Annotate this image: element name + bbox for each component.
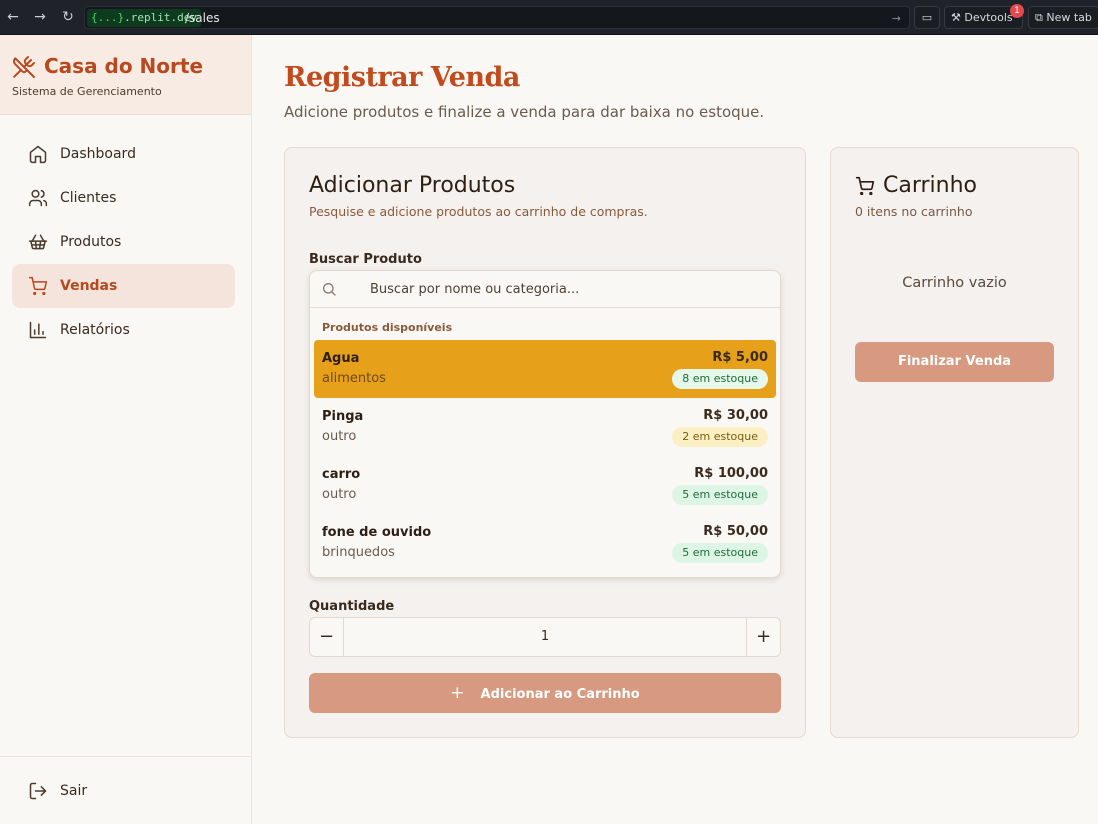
stock-badge: 5 em estoque xyxy=(672,543,768,563)
forward-icon[interactable]: → xyxy=(32,9,48,25)
stock-badge: 2 em estoque xyxy=(672,427,768,447)
address-bar[interactable]: {...}.replit.dev /sales → xyxy=(84,6,910,29)
product-name: carro xyxy=(322,467,361,482)
product-search-combobox: Produtos disponíveis Agua alimentos R$ 5… xyxy=(309,270,781,578)
notification-badge: 1 xyxy=(1010,4,1024,18)
logout-icon xyxy=(29,782,47,800)
add-to-cart-button[interactable]: + Adicionar ao Carrinho xyxy=(309,673,781,713)
sidebar-item-dashboard[interactable]: Dashboard xyxy=(12,132,235,176)
url-host: {...}.replit.dev xyxy=(87,9,201,27)
product-option[interactable]: Agua alimentos R$ 5,00 8 em estoque xyxy=(314,340,776,398)
screen-icon[interactable]: ▭ xyxy=(914,6,940,29)
sidebar-nav: Dashboard Clientes Produtos Vendas Relat… xyxy=(12,132,235,352)
sidebar-item-label: Clientes xyxy=(60,190,117,206)
sidebar-item-label: Relatórios xyxy=(60,322,130,338)
external-link-icon: ⧉ xyxy=(1035,11,1047,24)
product-price: R$ 30,00 xyxy=(703,408,768,423)
cart-card: Carrinho 0 itens no carrinho Carrinho va… xyxy=(830,147,1079,738)
plus-icon: + xyxy=(450,683,465,703)
card-title: Adicionar Produtos xyxy=(309,173,516,198)
bar-chart-icon xyxy=(29,321,47,339)
cart-title: Carrinho xyxy=(883,173,978,198)
back-icon[interactable]: ← xyxy=(5,9,21,25)
product-category: alimentos xyxy=(322,371,386,386)
sidebar-item-label: Vendas xyxy=(60,278,118,294)
product-name: Agua xyxy=(322,351,360,366)
utensils-crossed-icon xyxy=(13,56,35,78)
list-group-heading: Produtos disponíveis xyxy=(322,321,453,334)
product-option[interactable]: Pinga outro R$ 30,00 2 em estoque xyxy=(314,398,776,456)
url-path: /sales xyxy=(185,11,220,25)
brand-title: Casa do Norte xyxy=(44,54,204,78)
quantity-stepper: − 1 + xyxy=(309,617,781,657)
card-description: Pesquise e adicione produtos ao carrinho… xyxy=(309,204,648,219)
brand-subtitle: Sistema de Gerenciamento xyxy=(12,85,162,98)
sidebar-item-label: Dashboard xyxy=(60,146,136,162)
logout-label: Sair xyxy=(60,783,88,799)
add-to-cart-label: Adicionar ao Carrinho xyxy=(480,687,640,702)
cart-count: 0 itens no carrinho xyxy=(855,204,973,219)
product-name: fone de ouvido xyxy=(322,525,432,540)
basket-icon xyxy=(28,234,48,250)
decrement-button[interactable]: − xyxy=(310,618,344,656)
sidebar-footer: Sair xyxy=(0,756,251,824)
go-arrow-icon[interactable]: → xyxy=(892,10,901,27)
finalize-sale-button[interactable]: Finalizar Venda xyxy=(855,342,1054,382)
stock-badge: 5 em estoque xyxy=(672,485,768,505)
browser-toolbar: ← → ↻ {...}.replit.dev /sales → ▭ ⚒ Devt… xyxy=(0,0,1098,35)
product-category: brinquedos xyxy=(322,545,395,560)
brand-header: Casa do Norte Sistema de Gerenciamento xyxy=(0,35,251,115)
search-icon xyxy=(323,283,336,296)
increment-button[interactable]: + xyxy=(746,618,780,656)
page-title: Registrar Venda xyxy=(284,62,520,93)
home-icon xyxy=(29,145,47,164)
page-subtitle: Adicione produtos e finalize a venda par… xyxy=(284,103,765,121)
product-option[interactable]: fone de ouvido brinquedos R$ 50,00 5 em … xyxy=(314,514,776,572)
sidebar: Casa do Norte Sistema de Gerenciamento D… xyxy=(0,35,252,824)
users-icon xyxy=(28,189,48,207)
sidebar-item-vendas[interactable]: Vendas xyxy=(12,264,235,308)
sidebar-item-produtos[interactable]: Produtos xyxy=(12,220,235,264)
quantity-input[interactable]: 1 xyxy=(344,618,746,656)
search-label: Buscar Produto xyxy=(309,252,422,267)
search-input[interactable] xyxy=(370,279,770,299)
product-price: R$ 5,00 xyxy=(712,350,768,365)
product-category: outro xyxy=(322,429,357,444)
reload-icon[interactable]: ↻ xyxy=(60,9,76,25)
product-price: R$ 50,00 xyxy=(703,524,768,539)
product-price: R$ 100,00 xyxy=(694,466,768,481)
cart-icon xyxy=(28,276,48,296)
stock-badge: 8 em estoque xyxy=(672,369,768,389)
add-products-card: Adicionar Produtos Pesquise e adicione p… xyxy=(284,147,806,738)
quantity-label: Quantidade xyxy=(309,599,395,614)
search-row xyxy=(310,271,780,308)
sidebar-item-relatorios[interactable]: Relatórios xyxy=(12,308,235,352)
cart-empty-message: Carrinho vazio xyxy=(902,275,1007,291)
new-tab-button[interactable]: ⧉ New tab xyxy=(1028,6,1098,29)
product-option[interactable]: carro outro R$ 100,00 5 em estoque xyxy=(314,456,776,514)
product-category: outro xyxy=(322,487,357,502)
sidebar-item-label: Produtos xyxy=(60,234,122,250)
cart-icon xyxy=(855,176,875,196)
sidebar-item-clientes[interactable]: Clientes xyxy=(12,176,235,220)
wrench-icon: ⚒ xyxy=(951,11,965,24)
product-name: Pinga xyxy=(322,409,364,424)
